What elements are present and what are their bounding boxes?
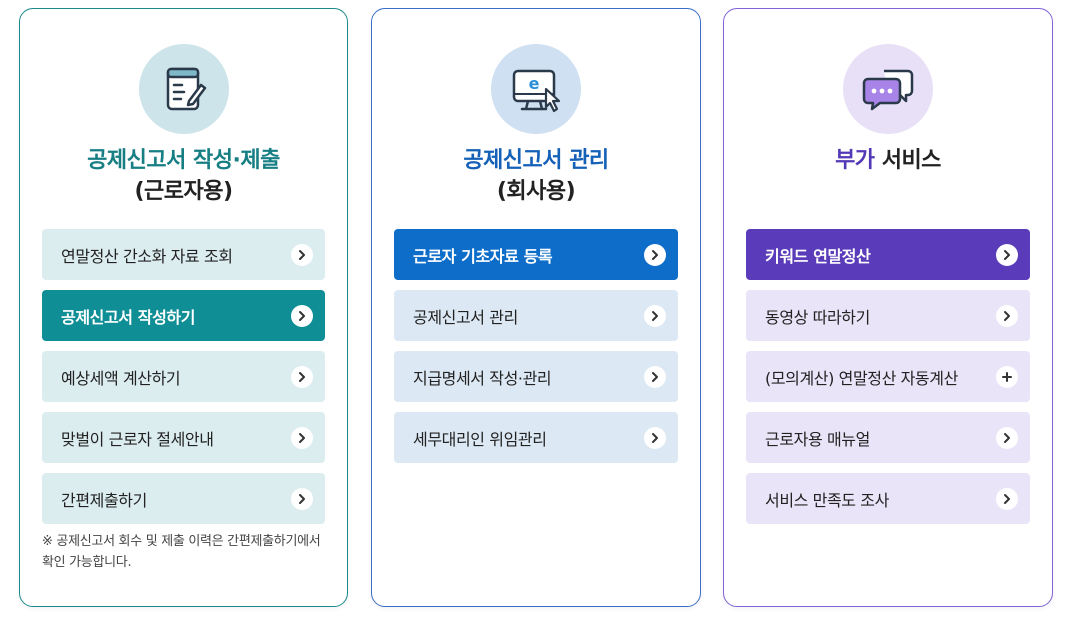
- svg-text:e: e: [529, 74, 540, 93]
- menu-item-worker-basic-data[interactable]: 근로자 기초자료 등록: [394, 229, 678, 280]
- footnote: ※ 공제신고서 회수 및 제출 이력은 간편제출하기에서 확인 가능합니다.: [42, 534, 321, 570]
- menu-item-label: (모의계산) 연말정산 자동계산: [765, 368, 958, 388]
- menu-item-auto-calculation[interactable]: (모의계산) 연말정산 자동계산: [746, 351, 1030, 402]
- menu-item-label: 서비스 만족도 조사: [765, 490, 889, 510]
- chevron-right-icon: [644, 426, 666, 449]
- card-additional-services: 부가 서비스 키워드 연말정산 동영상 따라하기 (모의계산) 연말정산 자동계…: [723, 8, 1053, 607]
- chevron-right-icon: [996, 426, 1018, 449]
- chevron-right-icon: [996, 487, 1018, 510]
- card-title: 부가 서비스: [724, 145, 1052, 176]
- chevron-right-icon: [644, 243, 666, 266]
- menu-item-dual-income[interactable]: 맞벌이 근로자 절세안내: [42, 412, 325, 463]
- card-company-management: e 공제신고서 관리 (회사용) 근로자 기초자료 등록 공제신고서 관리 지급…: [371, 8, 701, 607]
- menu-item-label: 공제신고서 작성하기: [61, 307, 196, 327]
- card-title-main: 부가: [835, 148, 875, 173]
- menu-list: 연말정산 간소화 자료 조회 공제신고서 작성하기 예상세액 계산하기 맞벌이 …: [42, 229, 325, 534]
- menu-item-label: 예상세액 계산하기: [61, 368, 181, 388]
- card-title-sub: (회사용): [496, 179, 576, 204]
- card-title-main: 공제신고서 관리: [463, 148, 609, 173]
- menu-item-label: 연말정산 간소화 자료 조회: [61, 246, 233, 266]
- menu-item-estimate-tax[interactable]: 예상세액 계산하기: [42, 351, 325, 402]
- chat-bubbles-icon: [843, 44, 933, 134]
- chevron-right-icon: [644, 365, 666, 388]
- menu-item-payment-statement[interactable]: 지급명세서 작성·관리: [394, 351, 678, 402]
- monitor-e-cursor-icon: e: [491, 44, 581, 134]
- menu-item-label: 간편제출하기: [61, 490, 147, 510]
- card-title: 공제신고서 관리 (회사용): [372, 145, 700, 207]
- menu-item-simple-submit[interactable]: 간편제출하기: [42, 473, 325, 524]
- card-title: 공제신고서 작성·제출 (근로자용): [20, 145, 347, 207]
- chevron-right-icon: [644, 304, 666, 327]
- menu-list: 키워드 연말정산 동영상 따라하기 (모의계산) 연말정산 자동계산 근로자용 …: [746, 229, 1030, 534]
- chevron-right-icon: [291, 487, 313, 510]
- document-pen-icon: [138, 44, 229, 134]
- menu-list: 근로자 기초자료 등록 공제신고서 관리 지급명세서 작성·관리 세무대리인 위…: [394, 229, 678, 473]
- chevron-right-icon: [996, 243, 1018, 266]
- menu-item-label: 맞벌이 근로자 절세안내: [61, 429, 214, 449]
- chevron-right-icon: [996, 304, 1018, 327]
- menu-item-deduction-manage[interactable]: 공제신고서 관리: [394, 290, 678, 341]
- menu-item-simplified-data[interactable]: 연말정산 간소화 자료 조회: [42, 229, 325, 280]
- menu-item-label: 세무대리인 위임관리: [413, 429, 547, 449]
- chevron-right-icon: [291, 365, 313, 388]
- menu-item-satisfaction-survey[interactable]: 서비스 만족도 조사: [746, 473, 1030, 524]
- menu-item-label: 키워드 연말정산: [765, 246, 871, 266]
- chevron-right-icon: [291, 304, 313, 327]
- plus-icon: [996, 365, 1018, 388]
- menu-item-write-deduction[interactable]: 공제신고서 작성하기: [42, 290, 325, 341]
- card-title-sub: (근로자용): [134, 179, 233, 204]
- menu-item-worker-manual[interactable]: 근로자용 매뉴얼: [746, 412, 1030, 463]
- chevron-right-icon: [291, 243, 313, 266]
- menu-item-keyword-settlement[interactable]: 키워드 연말정산: [746, 229, 1030, 280]
- menu-item-tax-agent[interactable]: 세무대리인 위임관리: [394, 412, 678, 463]
- menu-item-label: 공제신고서 관리: [413, 307, 518, 327]
- menu-item-label: 근로자 기초자료 등록: [413, 246, 553, 266]
- card-title-rest: 서비스: [874, 148, 942, 173]
- menu-item-label: 동영상 따라하기: [765, 307, 870, 327]
- menu-item-video-guide[interactable]: 동영상 따라하기: [746, 290, 1030, 341]
- card-title-main: 공제신고서 작성·제출: [87, 148, 280, 173]
- card-worker-deduction: 공제신고서 작성·제출 (근로자용) 연말정산 간소화 자료 조회 공제신고서 …: [19, 8, 348, 607]
- menu-item-label: 지급명세서 작성·관리: [413, 368, 552, 388]
- menu-item-label: 근로자용 매뉴얼: [765, 429, 870, 449]
- chevron-right-icon: [291, 426, 313, 449]
